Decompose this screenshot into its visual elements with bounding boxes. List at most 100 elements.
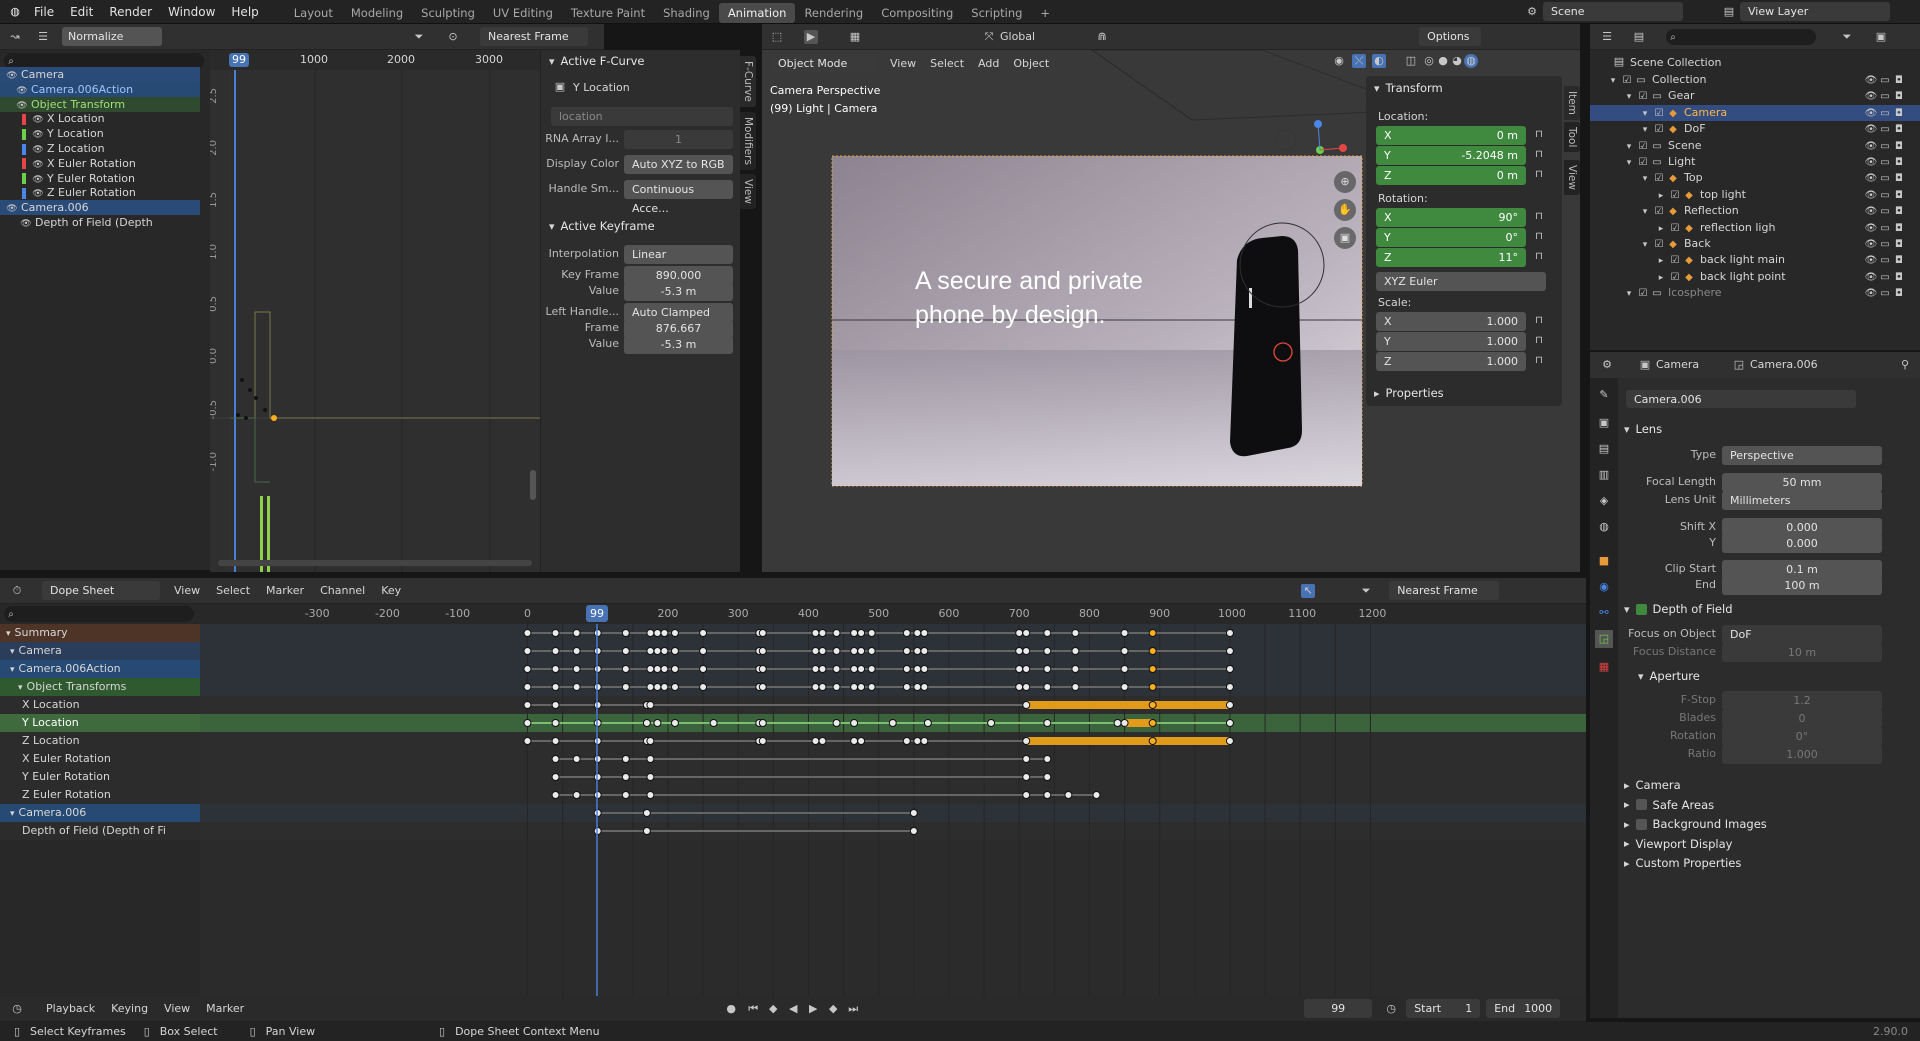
timeline-menu-view[interactable]: View [164,1002,190,1015]
preview-range-icon[interactable]: ◷ [1384,1002,1398,1016]
rot-x-field[interactable]: X 90° [1376,208,1526,227]
properties-section-4[interactable]: ▸ Custom Properties [1624,856,1741,870]
dopesheet-mode-dropdown[interactable]: Dope Sheet [42,581,160,600]
scene-selector[interactable]: ⚙ Scene [1525,2,1683,21]
expand-arrow-icon[interactable]: ▾ [18,683,23,693]
expand-arrow-icon[interactable]: ▸ [1654,254,1668,268]
keyframe[interactable] [1225,701,1234,709]
keyframe[interactable] [811,629,820,637]
pan-hand-icon[interactable]: ✋ [1338,203,1352,217]
overlay-icon[interactable]: ◐ [1372,54,1386,68]
keyframe[interactable] [646,773,655,781]
menu-edit[interactable]: Edit [62,0,101,24]
outliner-item[interactable]: ▾ ☑ ◆ Reflection 👁 ▭ ◘ [1590,203,1920,219]
keyframe[interactable] [1120,665,1129,673]
eye-icon[interactable]: 👁 [16,99,28,112]
lock-icon[interactable]: ⊓ [1532,334,1546,348]
keyframe[interactable] [551,737,560,745]
dopesheet-menu-key[interactable]: Key [381,584,401,597]
select-box-icon[interactable]: ▦ [848,30,862,44]
keyframe[interactable] [660,665,669,673]
timeline-menu-keying[interactable]: Keying [111,1002,148,1015]
keyframe[interactable] [913,683,922,691]
keyframe[interactable] [832,629,841,637]
dopesheet-channel-11[interactable]: Depth of Field (Depth of Fi [0,822,200,840]
loc-x-field[interactable]: X 0 m [1376,126,1526,145]
xray-icon[interactable]: ◫ [1404,54,1418,68]
keyframe[interactable] [670,647,679,655]
camera-render-icon[interactable]: ◘ [1892,140,1906,154]
keyframe[interactable] [758,719,767,727]
shift-y-field[interactable]: 0.000 [1722,534,1882,553]
collection-checkbox-icon[interactable]: ☑ [1652,107,1666,121]
view-layer-selector[interactable]: ▤ View Layer [1722,2,1890,21]
keyframe[interactable] [1148,665,1157,673]
collection-checkbox-icon[interactable]: ☑ [1668,189,1682,203]
keyframe[interactable] [646,647,655,655]
lens-type-dropdown[interactable]: Perspective [1722,446,1882,465]
monitor-icon[interactable]: ▭ [1878,107,1892,121]
section-checkbox[interactable] [1635,799,1647,811]
keyframe[interactable] [1015,647,1024,655]
add-workspace-icon[interactable]: + [1031,3,1059,23]
keyframe[interactable] [646,683,655,691]
keyframe[interactable] [1022,773,1031,781]
view-layer-tab-icon[interactable]: ▥ [1597,468,1611,482]
dopesheet-search-input[interactable]: ⌕ [4,606,194,622]
keyframe[interactable] [646,629,655,637]
graph-channel-0[interactable]: 👁 Camera [0,67,200,82]
keyframe[interactable] [653,647,662,655]
editor-type-icon[interactable]: ↝ [8,30,22,44]
graph-channel-2[interactable]: 👁 Object Transform [0,96,200,112]
keyframe[interactable] [850,629,859,637]
active-keyframe-header[interactable]: ▾ Active Keyframe [549,219,655,233]
keyframe[interactable] [811,737,820,745]
eye-icon[interactable]: 👁 [1864,287,1878,301]
menu-help[interactable]: Help [223,0,266,24]
viewport-menu-object[interactable]: Object [1013,57,1049,70]
only-selected-icon[interactable]: ↖ [1301,583,1316,598]
fstop-field[interactable]: 1.2 [1722,691,1882,710]
eye-icon[interactable]: 👁 [32,143,44,156]
keyframe[interactable] [1064,791,1073,799]
scale-y-field[interactable]: Y 1.000 [1376,332,1526,351]
zoom-icon[interactable]: ⊕ [1338,175,1352,189]
expand-arrow-icon[interactable]: ▸ [1654,271,1668,285]
keyframe[interactable] [811,647,820,655]
keyframe[interactable] [670,719,679,727]
tab-uv-editing[interactable]: UV Editing [484,3,562,23]
solid-shading-icon[interactable]: ● [1436,54,1450,68]
keyframe[interactable] [1022,629,1031,637]
eye-icon[interactable]: 👁 [1864,140,1878,154]
camera-datablock-field[interactable]: Camera.006 [1626,390,1856,408]
viewport-editor-icon[interactable]: ⬚ [770,30,784,44]
keyframe[interactable] [572,629,581,637]
camera-data-tab-icon[interactable]: ◲ [1595,630,1613,648]
keyframe[interactable] [646,791,655,799]
outliner-item[interactable]: ▾ ☑ ▭ Light 👁 ▭ ◘ [1590,154,1920,170]
dopesheet-channel-8[interactable]: Y Euler Rotation [0,768,200,786]
keyframe[interactable] [902,737,911,745]
eye-icon[interactable]: 👁 [1864,189,1878,203]
keyframe[interactable] [646,755,655,763]
handle-smoothing-dropdown[interactable]: Continuous Acce... [624,180,733,215]
dopesheet-channel-7[interactable]: X Euler Rotation [0,750,200,768]
blender-logo-icon[interactable]: ◍ [8,5,22,19]
expand-arrow-icon[interactable]: ▾ [1622,90,1636,104]
keyframe[interactable] [653,665,662,673]
keyframe[interactable] [1022,683,1031,691]
keyframe[interactable] [653,629,662,637]
display-color-dropdown[interactable]: Auto XYZ to RGB [624,155,733,174]
keyframe[interactable] [867,629,876,637]
collection-checkbox-icon[interactable]: ☑ [1668,254,1682,268]
tab-layout[interactable]: Layout [285,3,342,23]
menu-file[interactable]: File [26,0,62,24]
keyframe[interactable] [670,629,679,637]
keyframe[interactable] [1148,647,1157,655]
keyframe[interactable] [1022,647,1031,655]
filter-funnel-icon[interactable]: ⏷ [1359,584,1373,598]
dof-checkbox[interactable] [1635,603,1647,615]
menu-hamburger-icon[interactable]: ☰ [36,30,50,44]
scale-x-field[interactable]: X 1.000 [1376,312,1526,331]
outliner-item[interactable]: ▸ ☑ ◆ back light main 👁 ▭ ◘ [1590,252,1920,268]
